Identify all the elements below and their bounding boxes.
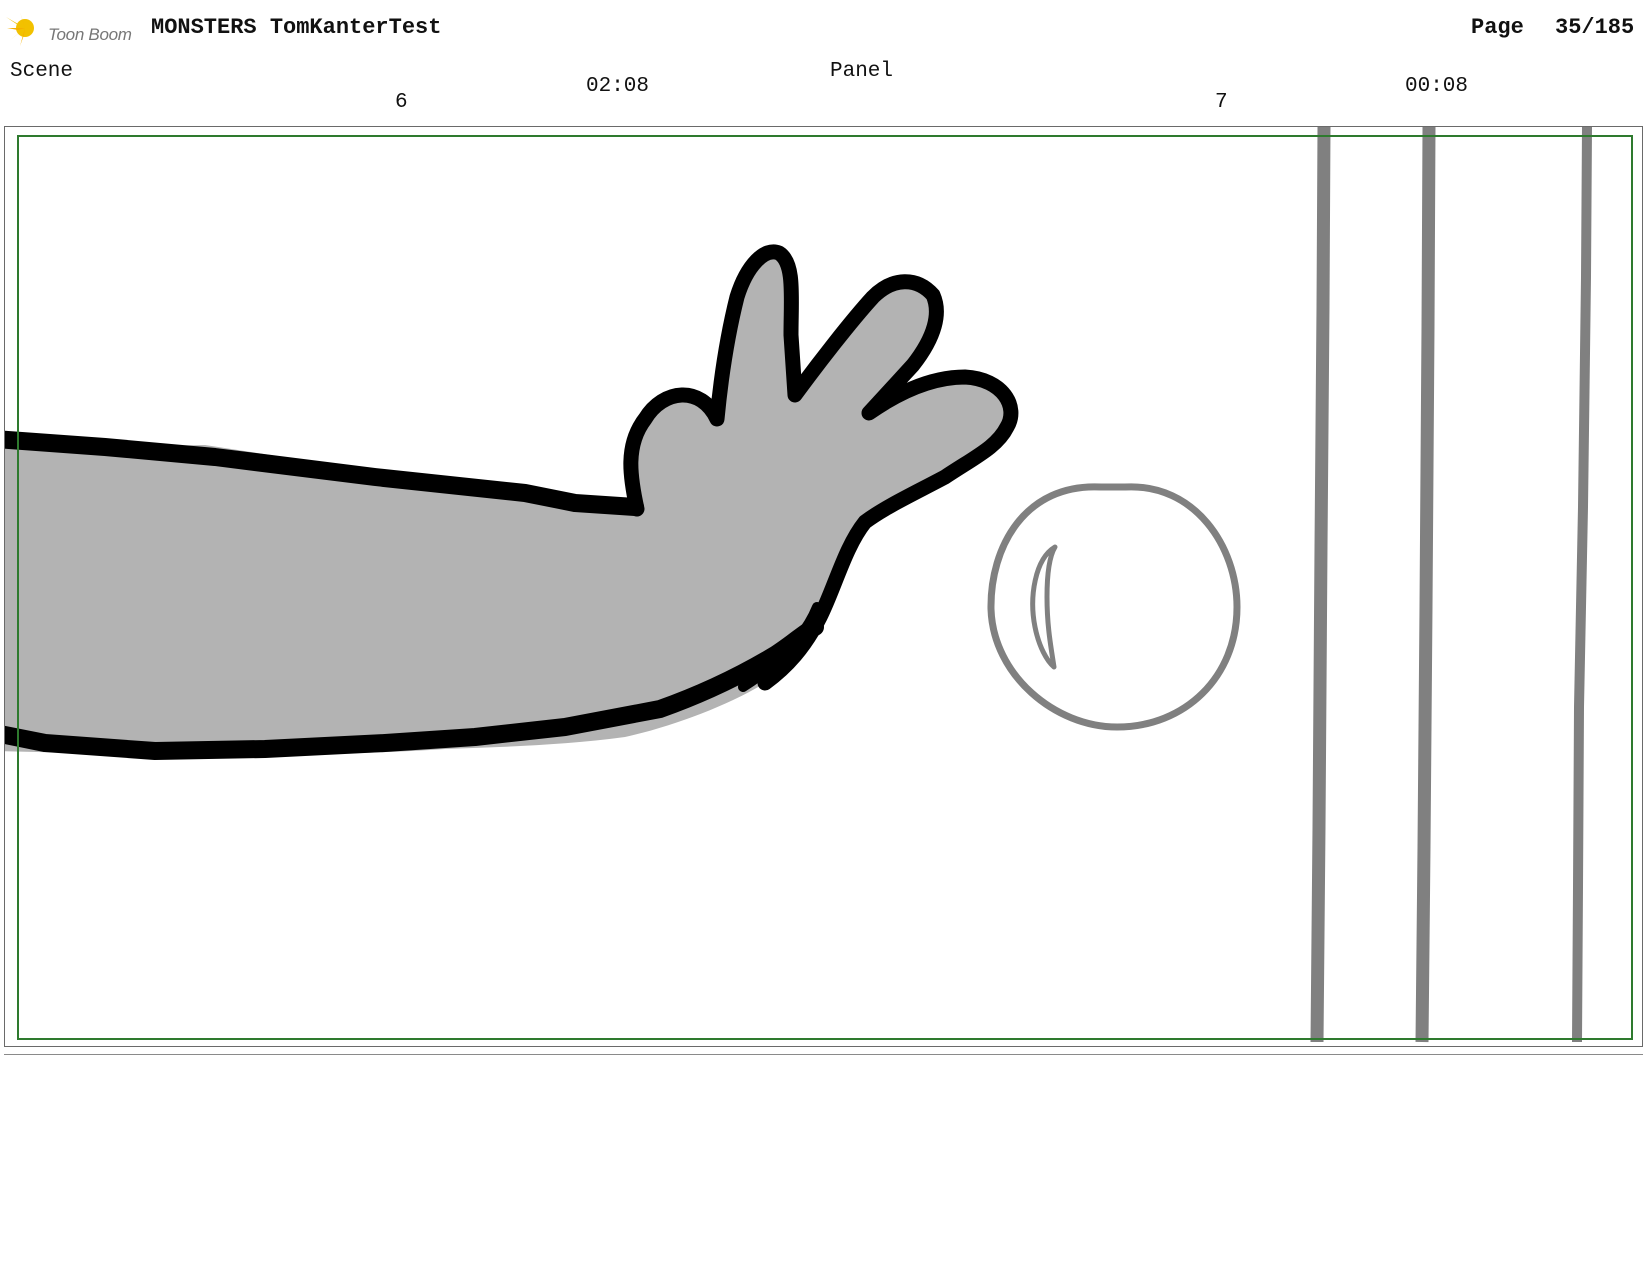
toon-boom-star-icon bbox=[6, 12, 34, 46]
panel-label: Panel bbox=[830, 60, 894, 83]
logo-text: Toon Boom bbox=[48, 25, 132, 44]
scene-duration: 02:08 bbox=[586, 75, 650, 98]
page-number: 35/185 bbox=[1555, 15, 1635, 40]
safe-area-border bbox=[17, 135, 1633, 1040]
scene-number: 6 bbox=[395, 91, 408, 114]
panel-number: 7 bbox=[1215, 91, 1228, 114]
scene-label: Scene bbox=[10, 60, 74, 83]
project-title: MONSTERS TomKanterTest bbox=[151, 15, 442, 40]
panel-notes bbox=[4, 1060, 1643, 1260]
panel-duration: 00:08 bbox=[1405, 75, 1469, 98]
storyboard-panel bbox=[4, 126, 1643, 1047]
toon-boom-logo: Toon Boom bbox=[6, 8, 136, 48]
page-label: Page bbox=[1471, 15, 1524, 40]
panel-divider bbox=[4, 1054, 1643, 1055]
